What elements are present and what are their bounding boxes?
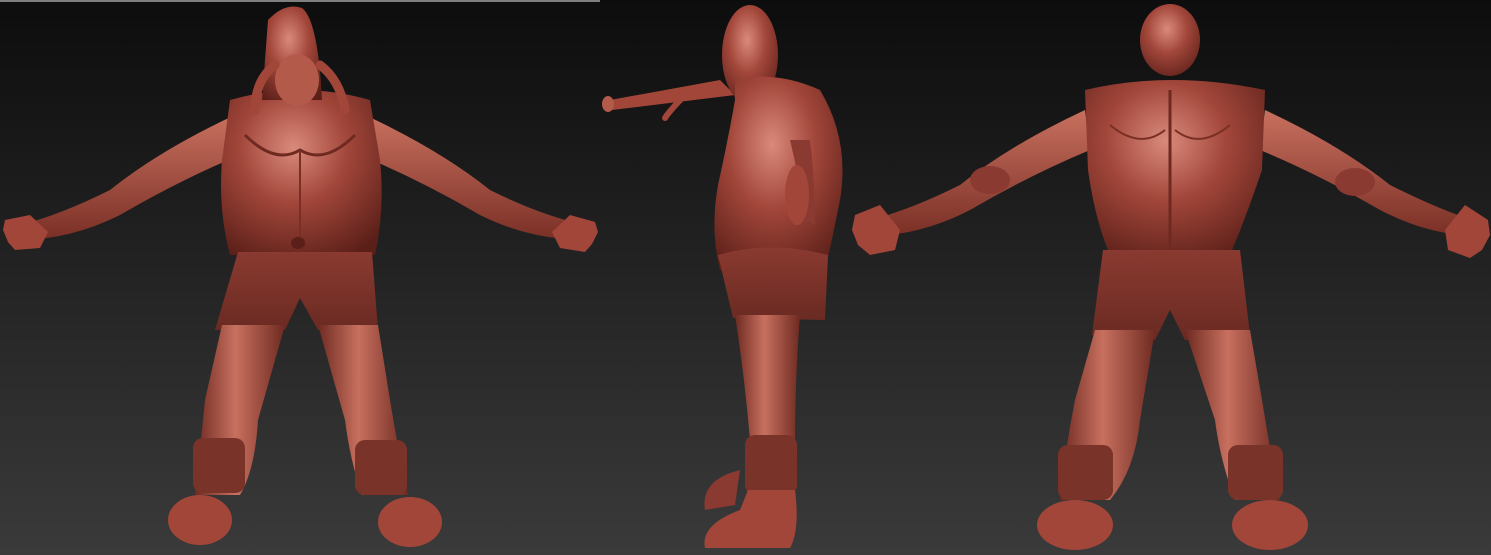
top-strip: [0, 0, 600, 2]
sculpt-viewport[interactable]: [0, 0, 1491, 555]
